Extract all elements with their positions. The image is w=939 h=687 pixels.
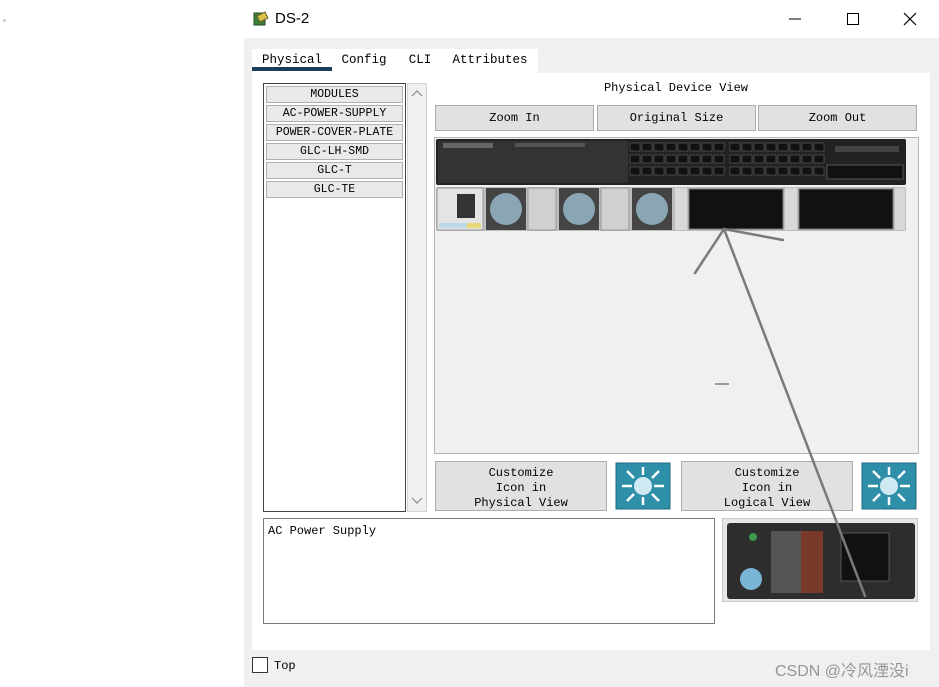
modules-list[interactable]: MODULES AC-POWER-SUPPLY POWER-COVER-PLAT… (263, 83, 406, 512)
module-item-glc-t[interactable]: GLC-T (266, 162, 403, 179)
module-description: AC Power Supply (263, 518, 715, 624)
tab-attributes[interactable]: Attributes (450, 53, 530, 67)
zoom-in-button[interactable]: Zoom In (435, 105, 594, 131)
physical-view-icon (615, 462, 671, 510)
modules-scrollbar[interactable] (407, 83, 427, 512)
tab-bar: Physical Config CLI Attributes (252, 49, 538, 73)
zoom-out-button[interactable]: Zoom Out (758, 105, 917, 131)
module-item-modules[interactable]: MODULES (266, 86, 403, 103)
minimize-button[interactable] (766, 0, 824, 38)
logical-view-icon (861, 462, 917, 510)
original-size-button[interactable]: Original Size (597, 105, 756, 131)
title-bar: DS-2 (244, 0, 939, 38)
switch-chassis (436, 139, 906, 385)
customize-physical-icon-button[interactable]: Customize Icon in Physical View (435, 461, 607, 511)
maximize-icon (847, 13, 859, 25)
tab-cli[interactable]: CLI (404, 53, 436, 67)
device-canvas[interactable] (434, 137, 919, 454)
minimize-icon (789, 18, 801, 20)
stray-dot (3, 19, 6, 22)
top-label: Top (274, 659, 296, 673)
module-item-glc-te[interactable]: GLC-TE (266, 181, 403, 198)
tab-config[interactable]: Config (338, 53, 390, 67)
maximize-button[interactable] (824, 0, 882, 38)
physical-device-view-title: Physical Device View (603, 81, 749, 95)
physical-panel: MODULES AC-POWER-SUPPLY POWER-COVER-PLAT… (252, 73, 930, 650)
background-area (0, 0, 244, 687)
scroll-down-icon[interactable] (411, 496, 423, 506)
window-title: DS-2 (275, 10, 310, 27)
app-icon (253, 11, 269, 26)
scroll-up-icon[interactable] (411, 88, 423, 98)
module-item-glc-lh-smd[interactable]: GLC-LH-SMD (266, 143, 403, 160)
tab-physical[interactable]: Physical (258, 53, 326, 67)
customize-logical-icon-button[interactable]: Customize Icon in Logical View (681, 461, 853, 511)
close-button[interactable] (881, 0, 939, 38)
module-preview (722, 518, 918, 602)
top-checkbox[interactable] (252, 657, 268, 673)
watermark: CSDN @冷风湮没i (775, 663, 909, 680)
module-item-power-cover-plate[interactable]: POWER-COVER-PLATE (266, 124, 403, 141)
power-supply-image (727, 523, 915, 599)
device-window: DS-2 Physical Config CLI Attributes MODU… (244, 0, 939, 687)
module-item-ac-power-supply[interactable]: AC-POWER-SUPPLY (266, 105, 403, 122)
tab-selected-indicator (252, 67, 332, 71)
close-icon (903, 12, 917, 26)
